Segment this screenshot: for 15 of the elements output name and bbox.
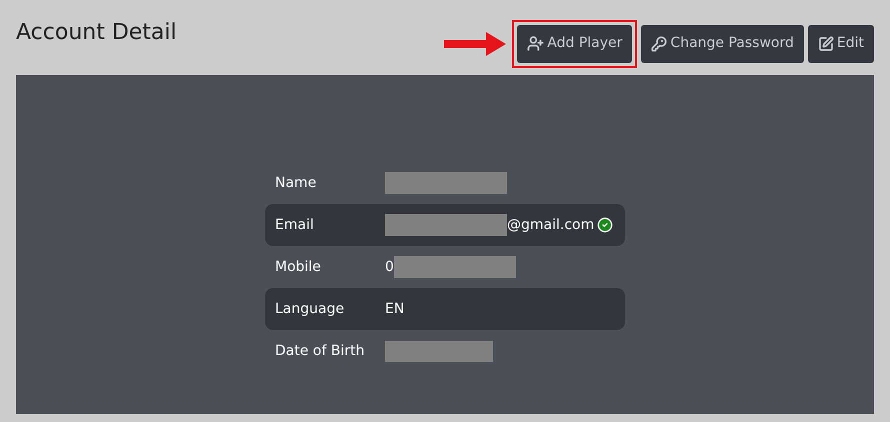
key-icon xyxy=(651,36,668,52)
toolbar-button[interactable]: Edit xyxy=(808,24,874,62)
toolbar-button[interactable]: Add Player xyxy=(517,24,632,62)
page-title: Account Detail xyxy=(16,19,177,47)
field-value: @gmail.com xyxy=(507,216,594,234)
field-label: Name xyxy=(275,174,318,192)
field-value: EN xyxy=(385,300,404,318)
field-label: Email xyxy=(275,216,315,234)
toolbar-button[interactable]: Change Password xyxy=(641,24,804,62)
field-label: Language xyxy=(275,300,346,318)
field-label: Mobile xyxy=(275,258,322,276)
edit-icon xyxy=(818,36,834,52)
field-label: Date of Birth xyxy=(275,342,366,360)
add-user-icon xyxy=(527,35,544,52)
field-value: 0 xyxy=(385,258,394,276)
